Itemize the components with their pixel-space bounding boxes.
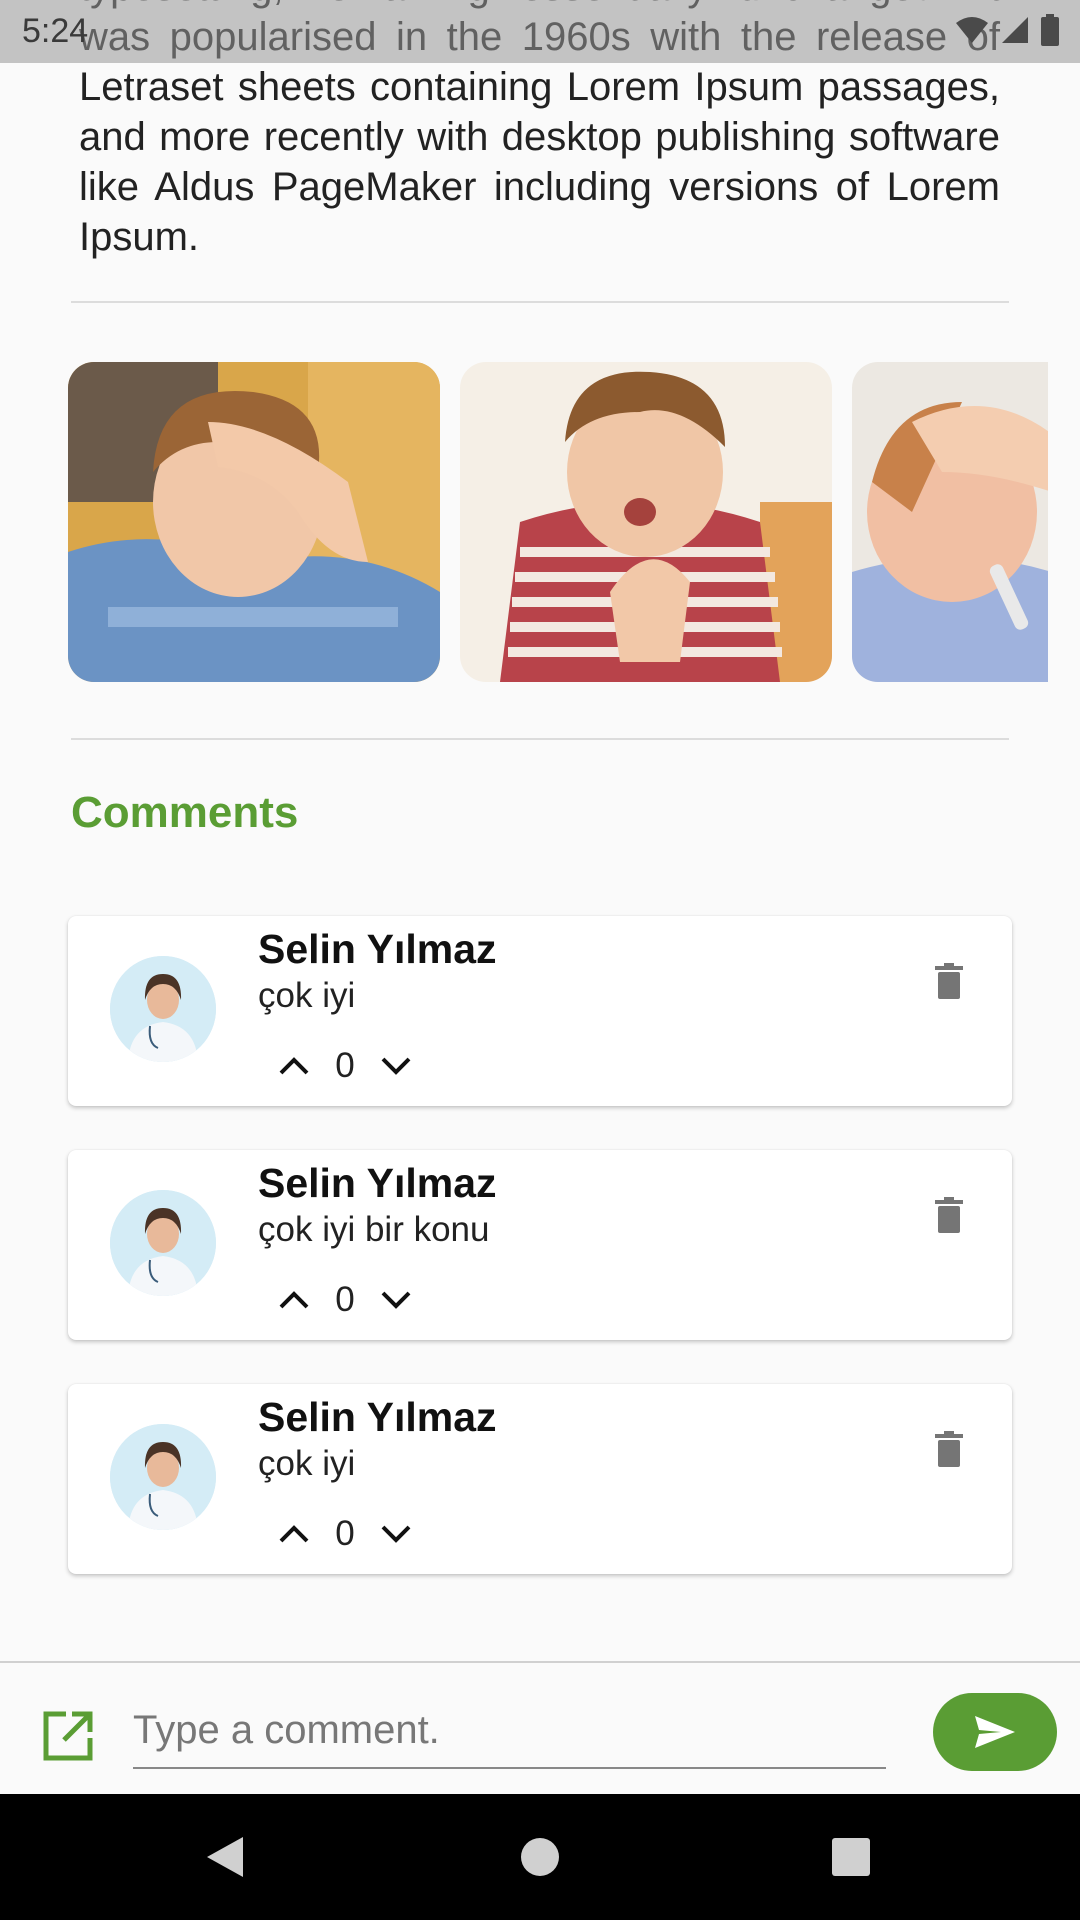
- send-icon: [975, 1716, 1015, 1748]
- avatar: [110, 1424, 216, 1530]
- downvote-button[interactable]: [370, 1509, 422, 1559]
- home-button[interactable]: [515, 1832, 565, 1882]
- open-external-icon[interactable]: [40, 1708, 96, 1764]
- screen: typesetting, remaining essentially uncha…: [0, 0, 1080, 1920]
- avatar: [110, 1190, 216, 1296]
- gallery-image-3[interactable]: [852, 362, 1048, 682]
- upvote-button[interactable]: [268, 1041, 320, 1091]
- signal-icon: [1002, 17, 1028, 43]
- trash-icon: [935, 1431, 963, 1467]
- vote-count: 0: [335, 1046, 355, 1085]
- back-button[interactable]: [200, 1832, 250, 1882]
- recents-icon: [832, 1838, 870, 1876]
- vote-count: 0: [335, 1514, 355, 1553]
- vote-controls: 0: [268, 1509, 422, 1559]
- comment-input-bar: [0, 1661, 1080, 1794]
- image-gallery[interactable]: [68, 362, 1048, 682]
- comment-card: Selin Yılmaz çok iyi bir konu 0: [68, 1150, 1012, 1340]
- status-bar: 5:24: [0, 0, 1080, 63]
- battery-icon: [1041, 14, 1059, 46]
- status-time: 5:24: [22, 12, 89, 50]
- upvote-button[interactable]: [268, 1275, 320, 1325]
- chevron-down-icon: [381, 1057, 411, 1075]
- comment-input[interactable]: [133, 1693, 886, 1769]
- comment-text: çok iyi: [258, 1444, 356, 1483]
- delete-button[interactable]: [924, 1190, 974, 1240]
- comment-author: Selin Yılmaz: [258, 1160, 497, 1206]
- system-icons: [954, 14, 1060, 46]
- chevron-down-icon: [381, 1525, 411, 1543]
- avatar: [110, 956, 216, 1062]
- downvote-button[interactable]: [370, 1041, 422, 1091]
- vote-count: 0: [335, 1280, 355, 1319]
- send-button[interactable]: [933, 1693, 1057, 1771]
- recents-button[interactable]: [826, 1832, 876, 1882]
- comments-heading: Comments: [71, 788, 299, 837]
- trash-icon: [935, 963, 963, 999]
- comment-card: Selin Yılmaz çok iyi 0: [68, 916, 1012, 1106]
- vote-controls: 0: [268, 1275, 422, 1325]
- trash-icon: [935, 1197, 963, 1233]
- divider-top: [71, 301, 1009, 303]
- wifi-icon: [956, 17, 988, 43]
- delete-button[interactable]: [924, 1424, 974, 1474]
- comment-author: Selin Yılmaz: [258, 926, 497, 972]
- back-icon: [207, 1837, 243, 1877]
- delete-button[interactable]: [924, 956, 974, 1006]
- divider-bottom: [71, 738, 1009, 740]
- chevron-down-icon: [381, 1291, 411, 1309]
- comment-card: Selin Yılmaz çok iyi 0: [68, 1384, 1012, 1574]
- comment-text: çok iyi: [258, 976, 356, 1015]
- gallery-image-1[interactable]: [68, 362, 440, 682]
- downvote-button[interactable]: [370, 1275, 422, 1325]
- gallery-image-2[interactable]: [460, 362, 832, 682]
- upvote-button[interactable]: [268, 1509, 320, 1559]
- chevron-up-icon: [279, 1525, 309, 1543]
- comment-author: Selin Yılmaz: [258, 1394, 497, 1440]
- navigation-bar: [0, 1794, 1080, 1920]
- comment-text: çok iyi bir konu: [258, 1210, 490, 1249]
- vote-controls: 0: [268, 1041, 422, 1091]
- home-icon: [521, 1838, 559, 1876]
- chevron-up-icon: [279, 1057, 309, 1075]
- chevron-up-icon: [279, 1291, 309, 1309]
